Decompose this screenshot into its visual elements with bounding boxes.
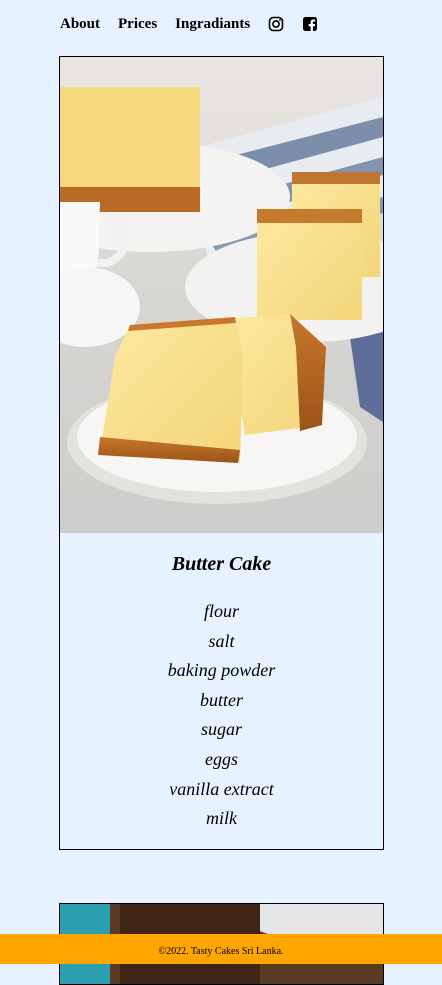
top-nav: About Prices Ingradiants (60, 13, 318, 35)
ingredient-item: butter (200, 689, 243, 710)
butter-cake-photo (60, 57, 383, 533)
nav-link-ingradiants[interactable]: Ingradiants (175, 13, 250, 35)
ingredient-item: salt (208, 630, 235, 651)
ingredient-item: eggs (205, 748, 238, 769)
nav-link-about[interactable]: About (60, 13, 100, 35)
site-footer: ©2022. Tasty Cakes Sri Lanka. (0, 934, 442, 964)
nav-link-prices[interactable]: Prices (118, 13, 157, 35)
facebook-icon[interactable] (302, 16, 318, 32)
cake-title: Butter Cake (171, 553, 272, 575)
ingredient-item: baking powder (167, 660, 276, 681)
footer-text: ©2022. Tasty Cakes Sri Lanka. (158, 946, 284, 957)
ingredient-item: vanilla extract (169, 778, 274, 799)
cake-card: Butter Cake flour salt baking powder but… (59, 56, 384, 850)
ingredient-item: sugar (200, 719, 242, 740)
ingredient-list: flour salt baking powder butter sugar eg… (60, 597, 383, 834)
ingredient-item: flour (203, 601, 239, 621)
instagram-icon[interactable] (268, 16, 284, 32)
ingredient-item: milk (206, 808, 237, 829)
